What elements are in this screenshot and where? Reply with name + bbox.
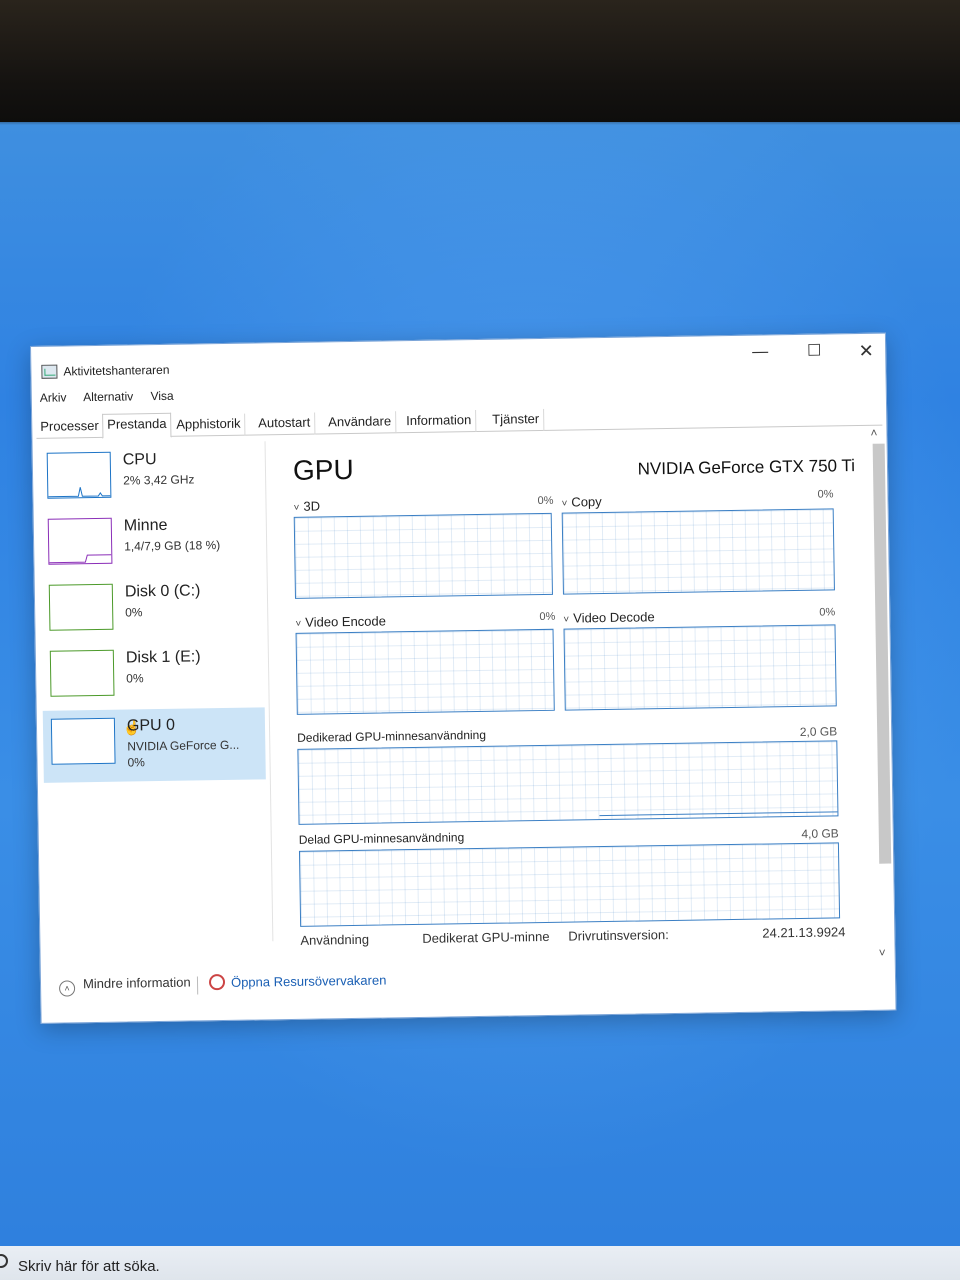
tab-tjanster[interactable]: Tjänster	[488, 408, 545, 432]
sidebar-item-title: Minne	[123, 516, 168, 535]
graph-label: Video Encode	[305, 613, 387, 630]
video-decode-graph	[563, 624, 837, 711]
footer-bar: ˄ Mindre information Öppna Resursövervaka…	[53, 962, 753, 1003]
graph-label: Video Decode	[573, 609, 655, 626]
graph-selector-video-decode[interactable]: ˅ Video Decode	[563, 609, 655, 626]
shared-memory-graph	[298, 842, 841, 927]
dedicated-gpu-memory-label: Dedikerat GPU-minne	[422, 928, 550, 946]
window-title: Aktivitetshanteraren	[63, 362, 170, 379]
page-title: GPU	[292, 453, 354, 486]
taskbar: Skriv här för att söka.	[0, 1246, 960, 1280]
tab-autostart[interactable]: Autostart	[254, 412, 316, 436]
disk0-thumbnail-graph	[48, 583, 114, 631]
menu-visa[interactable]: Visa	[150, 389, 173, 403]
graph-label: Copy	[571, 494, 602, 510]
3d-usage-graph	[293, 512, 553, 599]
memory-thumbnail-graph	[47, 517, 113, 565]
sidebar-item-title: CPU	[122, 451, 157, 469]
graph-label: 3D	[303, 498, 321, 514]
graph-selector-copy[interactable]: ˅ Copy	[561, 494, 601, 510]
resource-monitor-icon	[208, 974, 226, 991]
chevron-down-icon: ˅	[561, 498, 568, 510]
sidebar-item-cpu[interactable]: CPU 2% 3,42 GHz	[39, 441, 262, 510]
chevron-down-icon: ˅	[295, 618, 302, 630]
maximize-button[interactable]: ☐	[791, 336, 837, 367]
open-resource-monitor-link[interactable]: Öppna Resursövervakaren	[208, 971, 387, 991]
minimize-button[interactable]: —	[737, 337, 783, 368]
footer-divider	[196, 976, 199, 995]
sidebar-item-value: 0%	[126, 671, 144, 686]
sidebar-item-title: GPU 0	[126, 716, 176, 735]
driver-version-label: Drivrutinsversion:	[568, 927, 669, 944]
sidebar-item-gpu0[interactable]: ☝ GPU 0 NVIDIA GeForce G... 0%	[42, 707, 266, 783]
task-manager-window: Aktivitetshanteraren — ☐ ✕ Arkiv Alterna…	[30, 332, 897, 1024]
less-info-label: Mindre information	[82, 974, 191, 992]
sidebar-item-disk1[interactable]: Disk 1 (E:) 0%	[42, 639, 265, 708]
menu-bar: Arkiv Alternativ Visa	[40, 389, 188, 409]
graph-percent: 0%	[537, 494, 554, 508]
sidebar-item-title: Disk 1 (E:)	[125, 648, 201, 667]
disk1-thumbnail-graph	[49, 649, 115, 697]
tab-information[interactable]: Information	[402, 410, 477, 434]
less-info-button[interactable]: ˄ Mindre information	[58, 974, 191, 997]
gpu-thumbnail-graph	[50, 717, 116, 765]
chevron-down-icon: ˅	[563, 614, 570, 626]
gpu-model-name: NVIDIA GeForce GTX 750 Ti	[637, 456, 856, 479]
menu-arkiv[interactable]: Arkiv	[40, 390, 67, 404]
scroll-up-arrow-icon[interactable]: ˄	[870, 426, 877, 440]
tab-apphistorik[interactable]: Apphistorik	[172, 413, 246, 437]
menu-alternativ[interactable]: Alternativ	[83, 389, 133, 404]
dedicated-memory-line	[599, 811, 838, 817]
gpu-detail-panel: GPU NVIDIA GeForce GTX 750 Ti ˅ 3D 0% ˅ Co…	[283, 432, 867, 961]
sidebar-item-usage: 0%	[127, 755, 146, 770]
dedicated-memory-label: Dedikerad GPU-minnesanvändning	[297, 727, 487, 745]
sidebar-item-value: NVIDIA GeForce G...	[127, 737, 240, 754]
dedicated-memory-graph	[297, 740, 839, 825]
close-button[interactable]: ✕	[843, 336, 889, 367]
task-manager-icon	[41, 364, 58, 379]
tab-anvandare[interactable]: Användare	[324, 411, 397, 435]
taskbar-search-input[interactable]: Skriv här för att söka.	[18, 1258, 160, 1275]
search-icon[interactable]	[0, 1254, 8, 1268]
dedicated-memory-max: 2,0 GB	[799, 724, 838, 739]
scroll-down-arrow-icon[interactable]: ˅	[879, 946, 886, 960]
memory-sparkline	[49, 554, 112, 564]
sidebar-item-value: 1,4/7,9 GB (18 %)	[124, 538, 221, 554]
graph-percent: 0%	[819, 606, 836, 619]
graph-percent: 0%	[539, 610, 556, 624]
collapse-up-icon: ˄	[58, 980, 76, 997]
scroll-thumb[interactable]	[872, 443, 892, 864]
sidebar-item-value: 2% 3,42 GHz	[123, 472, 195, 488]
graph-selector-video-encode[interactable]: ˅ Video Encode	[295, 613, 386, 629]
sidebar-item-title: Disk 0 (C:)	[124, 582, 201, 601]
sidebar-item-value: 0%	[125, 605, 143, 620]
video-encode-graph	[295, 628, 555, 715]
tab-prestanda[interactable]: Prestanda	[102, 412, 172, 439]
graph-selector-3d[interactable]: ˅ 3D	[293, 498, 320, 513]
cpu-thumbnail-graph	[46, 451, 112, 499]
usage-label: Användning	[300, 931, 370, 948]
sidebar-item-minne[interactable]: Minne 1,4/7,9 GB (18 %)	[40, 507, 263, 576]
shared-memory-max: 4,0 GB	[801, 826, 839, 841]
open-resource-monitor-label: Öppna Resursövervakaren	[230, 972, 387, 990]
monitor-bezel	[0, 0, 960, 122]
tab-processer[interactable]: Processer	[36, 415, 104, 439]
performance-sidebar: CPU 2% 3,42 GHz Minne 1,4/7,9 GB (18 %) …	[39, 441, 269, 964]
copy-usage-graph	[561, 508, 835, 595]
sidebar-item-disk0[interactable]: Disk 0 (C:) 0%	[41, 573, 264, 642]
cpu-sparkline	[48, 487, 111, 498]
driver-version-value: 24.21.13.9924	[762, 924, 846, 941]
shared-memory-label: Delad GPU-minnesanvändning	[298, 830, 465, 847]
graph-percent: 0%	[817, 488, 834, 501]
chevron-down-icon: ˅	[293, 502, 300, 514]
